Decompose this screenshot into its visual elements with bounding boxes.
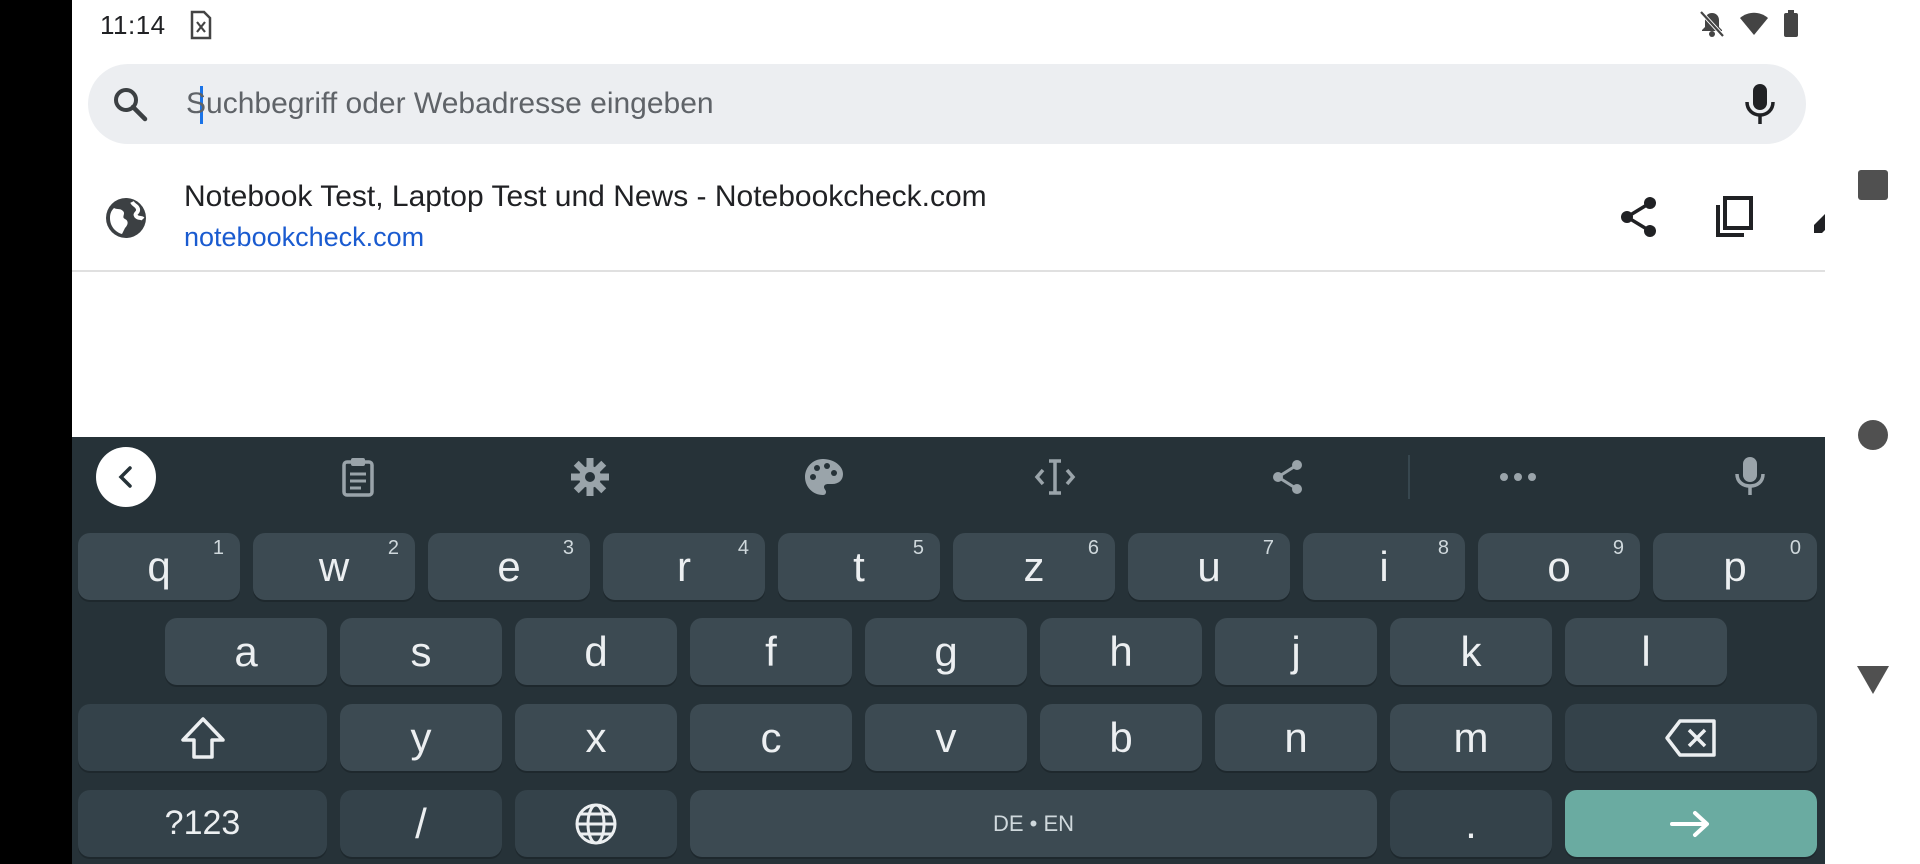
key-j[interactable]: j	[1215, 618, 1377, 685]
arrow-right-icon	[1670, 810, 1709, 837]
key-l[interactable]: l	[1565, 618, 1727, 685]
share-icon[interactable]	[1260, 449, 1316, 505]
key-p[interactable]: p0	[1653, 533, 1817, 600]
recents-square-icon[interactable]	[1825, 160, 1920, 210]
shift-icon	[180, 716, 225, 759]
browser-screen: 11:14 Notebook Test, Lapt	[72, 0, 1825, 864]
clipboard-icon[interactable]	[330, 449, 386, 505]
mic-icon[interactable]	[1722, 449, 1778, 505]
palette-icon[interactable]	[795, 449, 851, 505]
backspace-icon	[1665, 718, 1716, 757]
key-y[interactable]: y	[340, 704, 502, 771]
battery-icon	[1783, 10, 1799, 43]
period-key[interactable]: .	[1390, 790, 1552, 857]
suggestion-title: Notebook Test, Laptop Test und News - No…	[184, 180, 987, 213]
key-u[interactable]: u7	[1128, 533, 1290, 600]
voice-search-mic-icon[interactable]	[1742, 82, 1778, 133]
key-x[interactable]: x	[515, 704, 677, 771]
wifi-icon	[1739, 12, 1769, 41]
key-r[interactable]: r4	[603, 533, 765, 600]
status-icons	[1699, 10, 1799, 43]
globe-icon	[104, 196, 148, 245]
key-w[interactable]: w2	[253, 533, 415, 600]
copy-icon[interactable]	[1709, 192, 1759, 242]
on-screen-keyboard: q1 w2 e3 r4 t5 z6 u7 i8 o9 p0 a s d f g …	[72, 437, 1825, 864]
key-b[interactable]: b	[1040, 704, 1202, 771]
home-circle-icon[interactable]	[1825, 410, 1920, 460]
more-icon[interactable]	[1490, 449, 1546, 505]
status-bar: 11:14	[72, 0, 1825, 50]
text-cursor-icon[interactable]	[1027, 449, 1083, 505]
back-chevron-icon[interactable]	[96, 447, 156, 507]
left-bezel	[0, 0, 72, 864]
edit-icon[interactable]	[1805, 192, 1825, 242]
status-time: 11:14	[100, 10, 166, 40]
back-triangle-icon[interactable]	[1825, 655, 1920, 705]
key-s[interactable]: s	[340, 618, 502, 685]
space-bar[interactable]: DE • EN	[690, 790, 1377, 857]
suggestion-row[interactable]: Notebook Test, Laptop Test und News - No…	[72, 166, 1825, 272]
globe-icon	[575, 803, 617, 844]
search-icon	[110, 84, 150, 129]
key-n[interactable]: n	[1215, 704, 1377, 771]
search-input[interactable]	[184, 64, 1686, 144]
key-a[interactable]: a	[165, 618, 327, 685]
key-v[interactable]: v	[865, 704, 1027, 771]
key-k[interactable]: k	[1390, 618, 1552, 685]
share-icon[interactable]	[1614, 192, 1664, 242]
key-e[interactable]: e3	[428, 533, 590, 600]
key-t[interactable]: t5	[778, 533, 940, 600]
notifications-off-icon	[1699, 10, 1725, 43]
key-d[interactable]: d	[515, 618, 677, 685]
key-h[interactable]: h	[1040, 618, 1202, 685]
key-q[interactable]: q1	[78, 533, 240, 600]
search-bar[interactable]	[88, 64, 1806, 144]
settings-icon[interactable]	[562, 449, 618, 505]
key-z[interactable]: z6	[953, 533, 1115, 600]
toolbar-divider	[1408, 455, 1410, 499]
enter-key[interactable]	[1565, 790, 1817, 857]
key-m[interactable]: m	[1390, 704, 1552, 771]
key-f[interactable]: f	[690, 618, 852, 685]
key-i[interactable]: i8	[1303, 533, 1465, 600]
shift-key[interactable]	[78, 704, 327, 771]
keyboard-toolbar	[72, 437, 1825, 517]
language-key[interactable]	[515, 790, 677, 857]
suggestion-url: notebookcheck.com	[184, 222, 425, 252]
key-c[interactable]: c	[690, 704, 852, 771]
key-o[interactable]: o9	[1478, 533, 1640, 600]
symbols-key[interactable]: ?123	[78, 790, 327, 857]
sim-card-error-icon	[190, 10, 212, 45]
slash-key[interactable]: /	[340, 790, 502, 857]
key-g[interactable]: g	[865, 618, 1027, 685]
backspace-key[interactable]	[1565, 704, 1817, 771]
system-navigation-bar	[1825, 0, 1920, 864]
